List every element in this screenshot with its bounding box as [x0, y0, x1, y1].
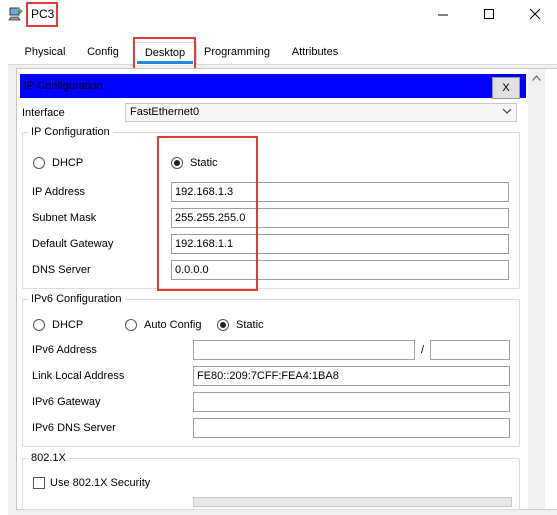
subnet-mask-label: Subnet Mask — [32, 212, 97, 224]
ipv6-auto-config-label: Auto Config — [144, 319, 202, 331]
ip-address-label: IP Address — [32, 186, 85, 198]
tab-programming[interactable]: Programming — [200, 42, 274, 64]
ipv6-dhcp-radio[interactable] — [33, 319, 45, 331]
use-8021x-label: Use 802.1X Security — [50, 477, 151, 489]
packet-tracer-pc-icon — [8, 6, 24, 22]
ipv6-gateway-label: IPv6 Gateway — [32, 396, 101, 408]
maximize-icon[interactable] — [472, 4, 506, 24]
chevron-down-icon[interactable] — [502, 106, 512, 118]
link-local-address-label: Link Local Address — [32, 370, 125, 382]
window-title: PC3 — [31, 7, 55, 21]
ipv4-group-title: IP Configuration — [28, 126, 113, 138]
ipv6-address-label: IPv6 Address — [32, 344, 97, 356]
dot1x-group-title: 802.1X — [28, 452, 69, 464]
tab-config[interactable]: Config — [80, 42, 126, 64]
interface-label: Interface — [22, 107, 65, 119]
ipv6-group-title: IPv6 Configuration — [28, 293, 125, 305]
dot1x-option-field[interactable] — [193, 497, 512, 507]
prefix-separator: / — [421, 344, 425, 356]
default-gateway-label: Default Gateway — [32, 238, 114, 250]
ipv6-auto-config-radio[interactable] — [125, 319, 137, 331]
panel-close-button[interactable]: X — [492, 77, 520, 99]
ipv6-static-radio[interactable] — [217, 319, 229, 331]
panel-title: IP Configuration — [24, 80, 103, 92]
ipv4-dhcp-radio[interactable] — [33, 157, 45, 169]
interface-select[interactable]: FastEthernet0 — [125, 103, 517, 122]
ipv4-dhcp-label: DHCP — [52, 157, 84, 169]
link-local-address-field[interactable]: FE80::209:7CFF:FEA4:1BA8 — [193, 366, 510, 386]
ipv6-dns-server-label: IPv6 DNS Server — [32, 422, 116, 434]
ipv6-address-field[interactable] — [193, 340, 415, 360]
tab-physical[interactable]: Physical — [14, 42, 76, 64]
ipv6-dns-server-field[interactable] — [193, 418, 510, 438]
minimize-icon[interactable] — [426, 4, 460, 24]
static-settings-highlight-box — [157, 136, 258, 291]
ipv6-static-label: Static — [236, 319, 264, 331]
use-8021x-checkbox[interactable] — [33, 477, 45, 489]
ipv6-prefix-field[interactable] — [430, 340, 510, 360]
tab-attributes[interactable]: Attributes — [284, 42, 346, 64]
close-icon[interactable] — [518, 4, 552, 24]
scroll-up-icon[interactable] — [528, 69, 545, 86]
dns-server-label: DNS Server — [32, 264, 91, 276]
ipv6-dhcp-label: DHCP — [52, 319, 84, 331]
ipv6-gateway-field[interactable] — [193, 392, 510, 412]
vertical-scrollbar[interactable] — [528, 69, 545, 509]
